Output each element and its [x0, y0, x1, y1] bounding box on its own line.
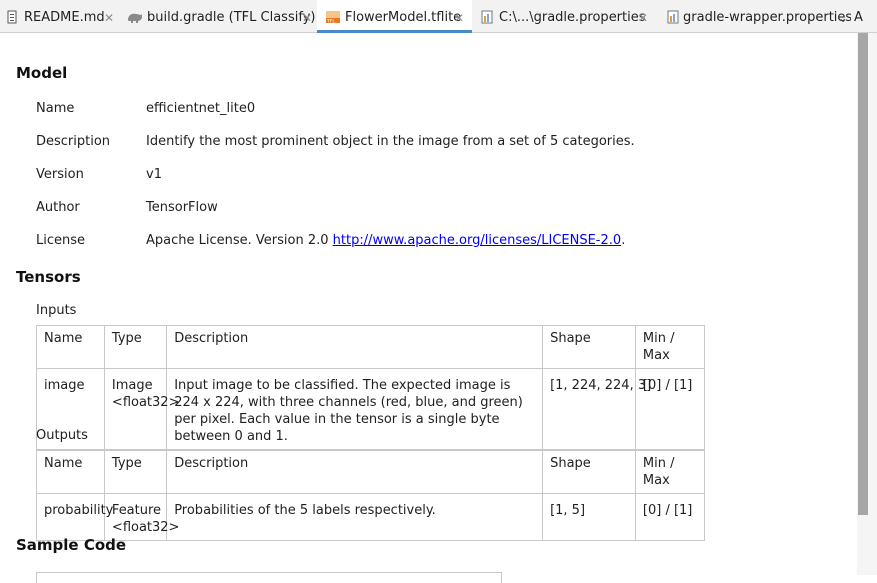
- column-header-shape: Shape: [542, 450, 636, 494]
- svg-text:TFL: TFL: [326, 19, 335, 25]
- column-header-description: Description: [166, 325, 544, 369]
- tab-flower-model[interactable]: TFL FlowerModel.tflite ✕: [317, 0, 472, 33]
- model-author-key: Author: [36, 200, 80, 215]
- close-icon[interactable]: ✕: [638, 0, 648, 36]
- properties-file-icon: [481, 10, 493, 24]
- column-header-name: Name: [36, 450, 105, 494]
- tensor-description-cell: Probabilities of the 5 labels respective…: [166, 493, 544, 541]
- markdown-file-icon: [7, 10, 17, 24]
- table-header-row: Name Type Description Shape Min / Max: [36, 450, 706, 494]
- tab-label: C:\...\gradle.properties: [499, 10, 646, 25]
- column-header-name: Name: [36, 325, 105, 369]
- license-suffix: .: [621, 233, 626, 248]
- model-name-value: efficientnet_lite0: [146, 101, 256, 116]
- model-description-value: Identify the most prominent object in th…: [146, 134, 635, 149]
- tab-build-gradle[interactable]: build.gradle (TFL Classify) ✕: [120, 0, 317, 32]
- table-row: probability Feature <float32> Probabilit…: [36, 493, 706, 541]
- model-author-value: TensorFlow: [146, 200, 218, 215]
- tab-label: README.md: [24, 10, 105, 25]
- model-name-key: Name: [36, 101, 75, 116]
- tab-label: FlowerModel.tflite: [345, 10, 462, 25]
- sample-code-heading: Sample Code: [16, 536, 127, 554]
- editor-tab-bar: README.md ✕ build.gradle (TFL Classify) …: [0, 0, 877, 33]
- outputs-label: Outputs: [36, 428, 88, 443]
- close-icon[interactable]: ✕: [454, 0, 464, 36]
- close-icon[interactable]: ✕: [302, 0, 312, 36]
- tab-label: build.gradle (TFL Classify): [147, 10, 316, 25]
- inputs-table: Name Type Description Shape Min / Max im…: [36, 325, 706, 450]
- model-version-value: v1: [146, 167, 162, 182]
- tensor-type-cell: Image <float32>: [103, 368, 179, 450]
- table-header-row: Name Type Description Shape Min / Max: [36, 325, 706, 369]
- tflite-file-icon: TFL: [326, 11, 340, 25]
- tab-overflow-label: A: [854, 10, 863, 25]
- chevron-down-icon[interactable]: ⌄: [833, 0, 853, 32]
- tab-overflow[interactable]: A: [851, 0, 877, 32]
- vertical-scrollbar[interactable]: [857, 33, 877, 575]
- properties-file-icon: [667, 10, 679, 24]
- sample-code-box: [36, 572, 502, 583]
- gradle-elephant-icon: [128, 13, 142, 23]
- model-description-key: Description: [36, 134, 111, 149]
- column-header-minmax: Min / Max: [634, 325, 706, 369]
- tab-readme[interactable]: README.md ✕: [0, 0, 120, 32]
- scrollbar-thumb[interactable]: [858, 33, 868, 515]
- column-header-type: Type: [103, 325, 168, 369]
- tensor-minmax-cell: [0] / [1]: [634, 368, 706, 450]
- license-link[interactable]: http://www.apache.org/licenses/LICENSE-2…: [333, 233, 622, 248]
- close-icon[interactable]: ✕: [104, 0, 114, 36]
- column-header-shape: Shape: [542, 325, 636, 369]
- model-license-value: Apache License. Version 2.0 http://www.a…: [146, 233, 625, 248]
- model-license-key: License: [36, 233, 86, 248]
- column-header-description: Description: [166, 450, 544, 494]
- model-version-key: Version: [36, 167, 84, 182]
- tensor-type-cell: Feature <float32>: [103, 493, 179, 541]
- tensor-name-cell: probability: [36, 493, 113, 541]
- tab-gradle-properties[interactable]: C:\...\gradle.properties ✕: [472, 0, 657, 32]
- column-header-type: Type: [103, 450, 168, 494]
- tab-gradle-wrapper-properties[interactable]: gradle-wrapper.properties: [657, 0, 852, 32]
- inputs-label: Inputs: [36, 303, 77, 318]
- tensor-description-cell: Input image to be classified. The expect…: [166, 368, 544, 450]
- tab-label: gradle-wrapper.properties: [683, 10, 853, 25]
- tflite-model-viewer: Model Name efficientnet_lite0 Descriptio…: [0, 33, 857, 583]
- table-row: image Image <float32> Input image to be …: [36, 368, 706, 450]
- column-header-minmax: Min / Max: [634, 450, 706, 494]
- tensor-shape-cell: [1, 5]: [542, 493, 636, 541]
- outputs-table: Name Type Description Shape Min / Max pr…: [36, 450, 706, 541]
- tensors-heading: Tensors: [16, 268, 81, 286]
- tensor-minmax-cell: [0] / [1]: [634, 493, 706, 541]
- model-heading: Model: [16, 64, 68, 82]
- tensor-shape-cell: [1, 224, 224, 3]: [542, 368, 651, 450]
- license-text: Apache License. Version 2.0: [146, 233, 333, 248]
